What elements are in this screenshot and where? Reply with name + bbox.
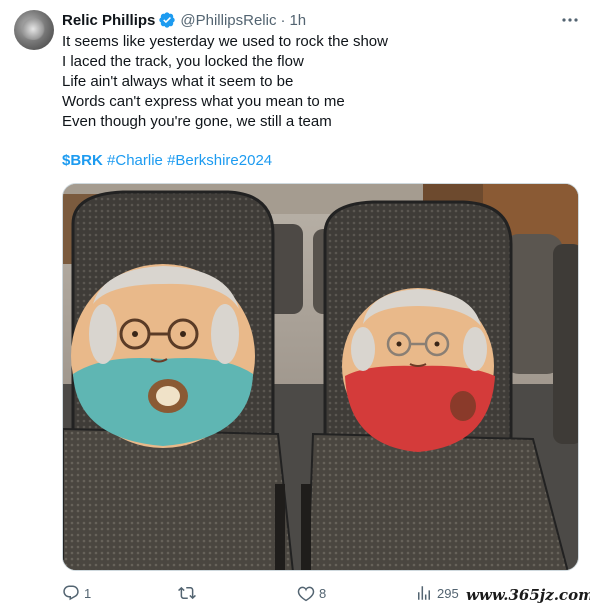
tweet-line: Words can't express what you mean to me [62, 93, 345, 110]
reply-icon [63, 585, 79, 601]
tweet-header: Relic Phillips @PhillipsRelic · 1h [62, 10, 306, 30]
views-button[interactable]: 295 [415, 582, 459, 604]
tweet-time[interactable]: 1h [289, 12, 306, 29]
hashtag-link[interactable]: #Charlie [107, 152, 163, 169]
plush-toys-photo-icon [63, 184, 578, 570]
like-count: 8 [319, 585, 327, 601]
tweet-line: It seems like yesterday we used to rock … [62, 33, 388, 50]
tweet-line: Even though you're gone, we still a team [62, 113, 332, 130]
tweet-line: I laced the track, you locked the flow [62, 53, 304, 70]
tweet-text: It seems like yesterday we used to rock … [62, 32, 582, 132]
more-options-icon[interactable] [560, 10, 580, 30]
reply-button[interactable]: 1 [62, 582, 91, 604]
author-name[interactable]: Relic Phillips [62, 12, 155, 29]
hashtag-link[interactable]: #Berkshire2024 [167, 152, 272, 169]
views-count: 295 [437, 585, 459, 601]
site-watermark: www.365jz.com [464, 586, 590, 604]
reply-count: 1 [84, 585, 92, 601]
cashtag-link[interactable]: $BRK [62, 152, 103, 169]
separator-dot: · [280, 11, 286, 29]
like-button[interactable]: 8 [297, 582, 326, 604]
verified-badge-icon [159, 12, 176, 28]
author-avatar[interactable] [14, 10, 54, 50]
tweet-line: Life ain't always what it seem to be [62, 73, 294, 90]
views-chart-icon [418, 586, 430, 600]
tweet-card[interactable]: Relic Phillips @PhillipsRelic · 1h It se… [0, 0, 590, 612]
retweet-button[interactable] [178, 582, 200, 604]
heart-icon [297, 586, 315, 602]
retweet-icon [178, 586, 196, 600]
tweet-photo[interactable] [62, 183, 579, 571]
tweet-tags: $BRK #Charlie #Berkshire2024 [62, 151, 272, 171]
author-handle[interactable]: @PhillipsRelic [180, 12, 276, 29]
